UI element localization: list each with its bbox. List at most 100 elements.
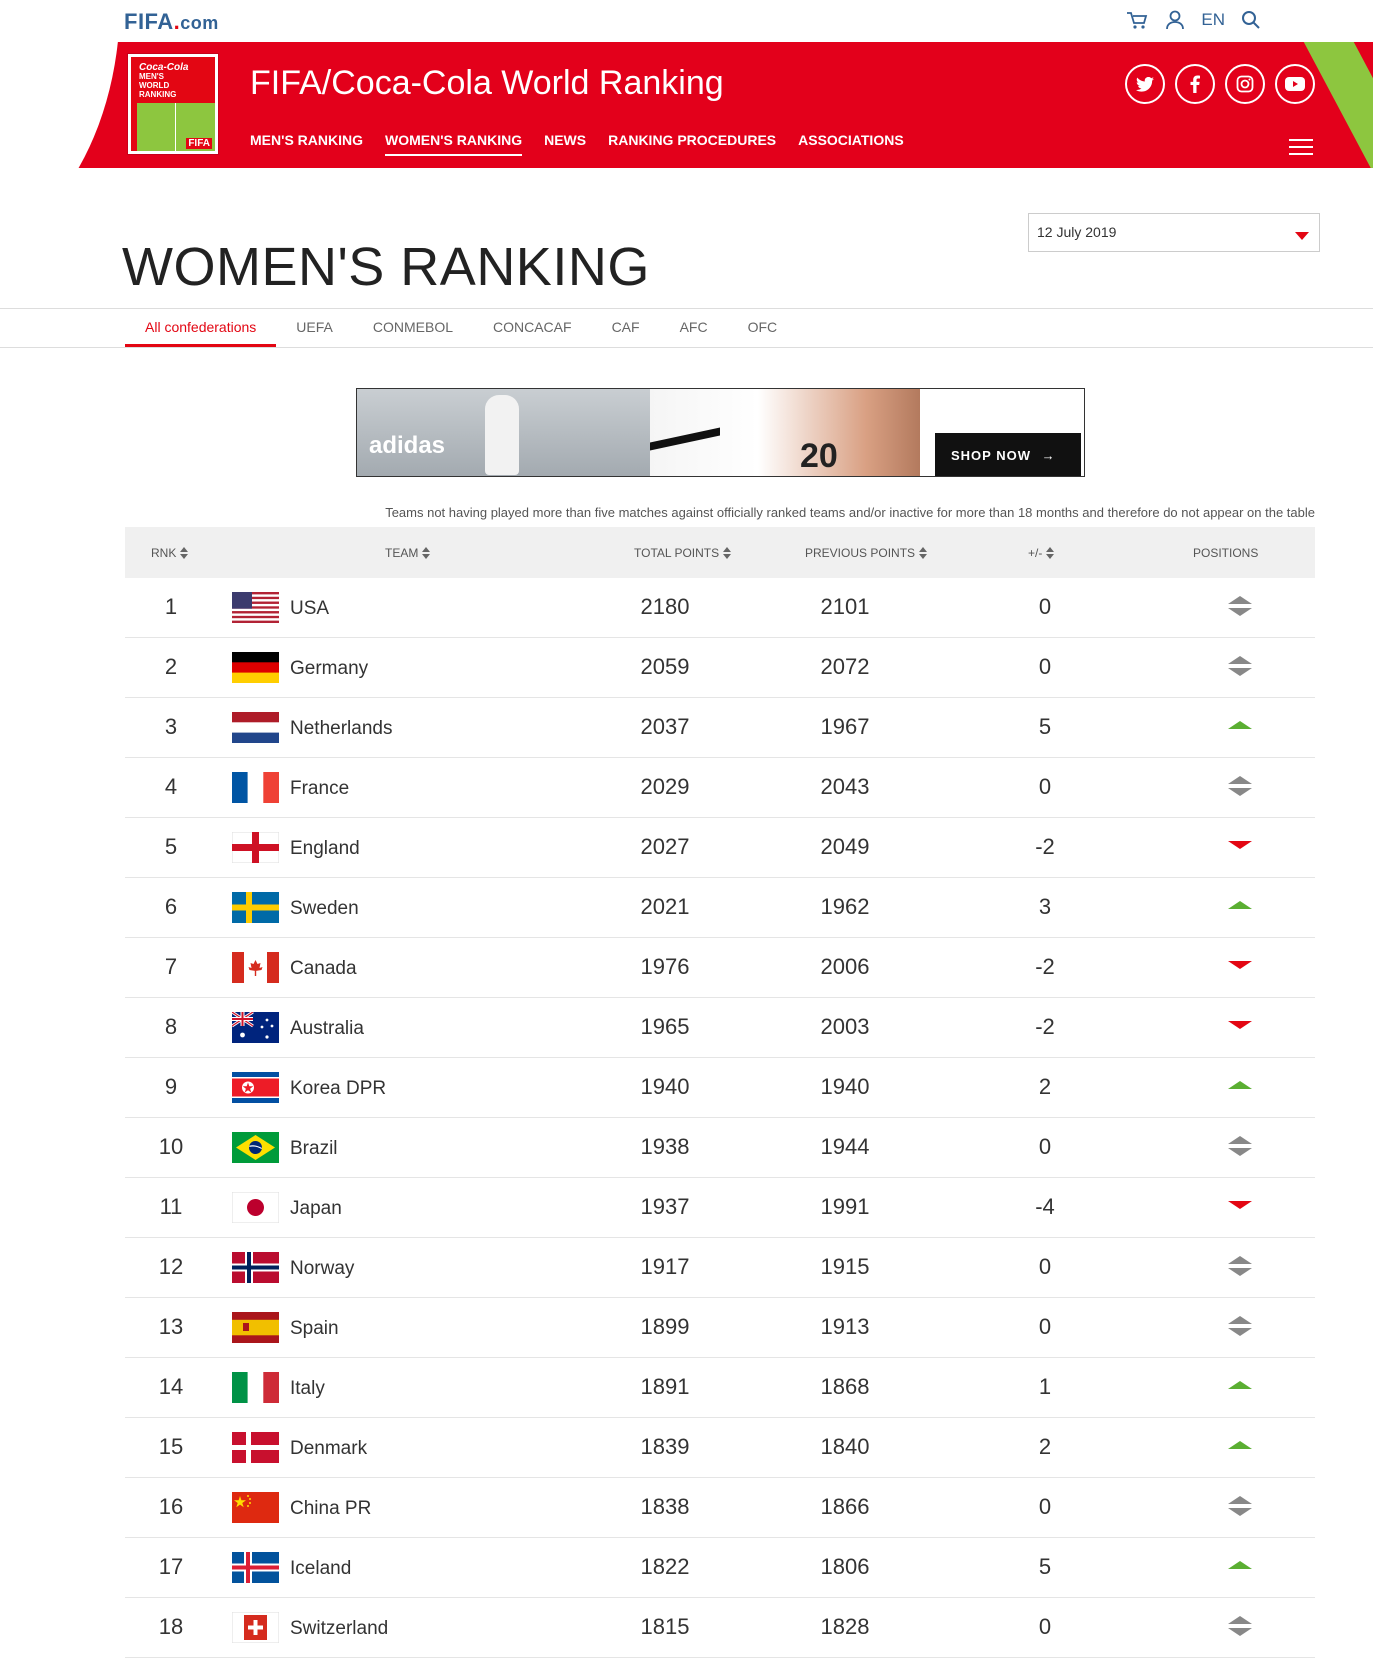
youtube-icon[interactable] — [1275, 64, 1315, 104]
confederation-bar: All confederations UEFA CONMEBOL CONCACA… — [0, 308, 1373, 348]
header-previous-points[interactable]: PREVIOUS POINTS — [805, 546, 928, 560]
table-row[interactable]: 10 Brazil 1938 1944 0 — [125, 1118, 1315, 1178]
rank-cell: 8 — [164, 1014, 178, 1039]
tab-conmebol[interactable]: CONMEBOL — [353, 309, 473, 347]
ranking-date-select[interactable]: 12 July 2019 — [1028, 213, 1320, 252]
diff-cell: 0 — [1038, 1314, 1052, 1339]
shop-now-button[interactable]: SHOP NOW → — [935, 433, 1081, 476]
table-row[interactable]: 11 Japan 1937 1991 -4 — [125, 1178, 1315, 1238]
user-icon[interactable] — [1163, 8, 1187, 32]
arrow-down-icon — [1125, 1012, 1355, 1040]
rank-cell: 9 — [164, 1074, 178, 1099]
sort-icon — [919, 547, 928, 559]
flag-de-icon — [232, 652, 279, 683]
team-name[interactable]: Canada — [290, 958, 357, 980]
header-total-points[interactable]: TOTAL POINTS — [634, 546, 732, 560]
flag-jp-icon — [232, 1192, 279, 1223]
nav-womens-ranking[interactable]: WOMEN'S RANKING — [385, 132, 523, 156]
header-rank[interactable]: RNK — [151, 546, 189, 560]
arrow-up-icon — [1125, 1072, 1355, 1100]
table-body: 1 USA 2180 2101 0 2 Germany 2059 2072 0 … — [125, 578, 1315, 1658]
rank-cell: 17 — [158, 1554, 184, 1579]
nav-news[interactable]: NEWS — [544, 132, 586, 156]
search-icon[interactable] — [1239, 8, 1263, 32]
tab-ofc[interactable]: OFC — [728, 309, 798, 347]
table-row[interactable]: 16 China PR 1838 1866 0 — [125, 1478, 1315, 1538]
team-name[interactable]: Netherlands — [290, 718, 392, 740]
nav-ranking-procedures[interactable]: RANKING PROCEDURES — [608, 132, 776, 156]
fifa-logo[interactable]: FIFA.com — [124, 9, 219, 35]
team-name[interactable]: France — [290, 778, 349, 800]
table-row[interactable]: 2 Germany 2059 2072 0 — [125, 638, 1315, 698]
ranking-banner: Coca-Cola MEN'S WORLD RANKING FIFA FIFA/… — [0, 42, 1373, 168]
table-row[interactable]: 14 Italy 1891 1868 1 — [125, 1358, 1315, 1418]
diff-cell: 0 — [1038, 594, 1052, 619]
flag-fr-icon — [232, 772, 279, 803]
advertisement-banner[interactable]: adidas 20 SHOP NOW → — [356, 388, 1085, 477]
team-name[interactable]: China PR — [290, 1498, 371, 1520]
language-selector[interactable]: EN — [1201, 10, 1225, 30]
no-change-icon — [1125, 1132, 1355, 1160]
flag-nl-icon — [232, 712, 279, 743]
sort-icon — [180, 547, 189, 559]
tab-uefa[interactable]: UEFA — [276, 309, 353, 347]
flag-it-icon — [232, 1372, 279, 1403]
team-name[interactable]: USA — [290, 598, 329, 620]
team-name[interactable]: Italy — [290, 1378, 325, 1400]
table-row[interactable]: 17 Iceland 1822 1806 5 — [125, 1538, 1315, 1598]
table-row[interactable]: 1 USA 2180 2101 0 — [125, 578, 1315, 638]
table-row[interactable]: 15 Denmark 1839 1840 2 — [125, 1418, 1315, 1478]
team-name[interactable]: England — [290, 838, 360, 860]
team-name[interactable]: Iceland — [290, 1558, 351, 1580]
table-row[interactable]: 5 England 2027 2049 -2 — [125, 818, 1315, 878]
table-row[interactable]: 18 Switzerland 1815 1828 0 — [125, 1598, 1315, 1658]
tab-caf[interactable]: CAF — [592, 309, 660, 347]
arrow-up-icon — [1125, 712, 1355, 740]
arrow-down-icon — [1125, 1192, 1355, 1220]
ad-image-crest: SHOP NOW → — [920, 389, 1084, 476]
team-name[interactable]: Switzerland — [290, 1618, 388, 1640]
tab-concacaf[interactable]: CONCACAF — [473, 309, 592, 347]
table-row[interactable]: 8 Australia 1965 2003 -2 — [125, 998, 1315, 1058]
badge-fifa: FIFA — [186, 138, 212, 149]
table-row[interactable]: 3 Netherlands 2037 1967 5 — [125, 698, 1315, 758]
nav-mens-ranking[interactable]: MEN'S RANKING — [250, 132, 363, 156]
header-team[interactable]: TEAM — [385, 546, 431, 560]
table-row[interactable]: 6 Sweden 2021 1962 3 — [125, 878, 1315, 938]
table-row[interactable]: 7 Canada 1976 2006 -2 — [125, 938, 1315, 998]
table-row[interactable]: 13 Spain 1899 1913 0 — [125, 1298, 1315, 1358]
cart-icon[interactable] — [1125, 8, 1149, 32]
previous-points-cell: 1915 — [820, 1254, 870, 1279]
team-name[interactable]: Japan — [290, 1198, 342, 1220]
team-name[interactable]: Spain — [290, 1318, 339, 1340]
team-name[interactable]: Germany — [290, 658, 368, 680]
decorative-curve — [0, 42, 120, 168]
table-row[interactable]: 12 Norway 1917 1915 0 — [125, 1238, 1315, 1298]
header-diff[interactable]: +/- — [1028, 546, 1055, 560]
facebook-icon[interactable] — [1175, 64, 1215, 104]
no-change-icon — [1125, 772, 1355, 800]
diff-cell: 5 — [1038, 1554, 1052, 1579]
flag-br-icon — [232, 1132, 279, 1163]
world-ranking-badge[interactable]: Coca-Cola MEN'S WORLD RANKING FIFA — [128, 54, 218, 154]
team-name[interactable]: Australia — [290, 1018, 364, 1040]
table-row[interactable]: 9 Korea DPR 1940 1940 2 — [125, 1058, 1315, 1118]
no-change-icon — [1125, 1492, 1355, 1520]
menu-icon[interactable] — [1289, 139, 1313, 157]
team-name[interactable]: Denmark — [290, 1438, 367, 1460]
rank-cell: 14 — [158, 1374, 184, 1399]
table-row[interactable]: 4 France 2029 2043 0 — [125, 758, 1315, 818]
team-name[interactable]: Sweden — [290, 898, 359, 920]
no-change-icon — [1125, 1252, 1355, 1280]
tab-all-confederations[interactable]: All confederations — [125, 309, 277, 347]
sort-icon — [1046, 547, 1055, 559]
twitter-icon[interactable] — [1125, 64, 1165, 104]
tab-afc[interactable]: AFC — [660, 309, 728, 347]
rank-cell: 5 — [164, 834, 178, 859]
instagram-icon[interactable] — [1225, 64, 1265, 104]
team-name[interactable]: Brazil — [290, 1138, 338, 1160]
nav-associations[interactable]: ASSOCIATIONS — [798, 132, 904, 156]
team-name[interactable]: Korea DPR — [290, 1078, 386, 1100]
team-name[interactable]: Norway — [290, 1258, 354, 1280]
previous-points-cell: 1944 — [820, 1134, 870, 1159]
